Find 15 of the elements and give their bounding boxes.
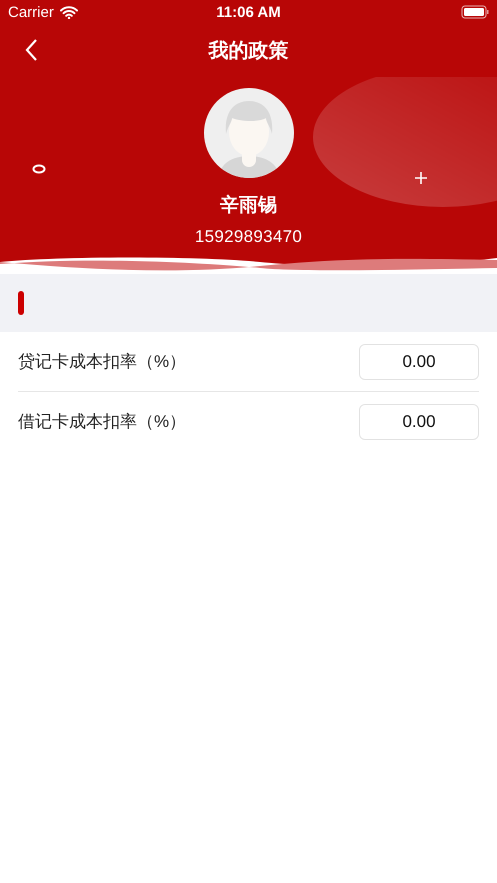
battery-icon (460, 5, 489, 19)
accent-bar-icon (18, 291, 24, 315)
rate-label: 借记卡成本扣率（%） (18, 411, 186, 433)
wifi-icon (60, 6, 78, 18)
page-title: 我的政策 (208, 38, 288, 64)
carrier-label: Carrier (8, 4, 54, 20)
rate-input-field[interactable]: 0.00 (359, 344, 479, 380)
rate-label: 贷记卡成本扣率（%） (18, 351, 186, 373)
status-time: 11:06 AM (215, 4, 282, 20)
plus-icon (414, 171, 428, 185)
ring-icon (32, 164, 46, 174)
ellipse-decoration-icon (313, 77, 497, 207)
user-name: 辛雨锡 (220, 194, 277, 218)
rate-input-field[interactable]: 0.00 (359, 404, 479, 440)
phone-number: 15929893470 (194, 227, 302, 247)
